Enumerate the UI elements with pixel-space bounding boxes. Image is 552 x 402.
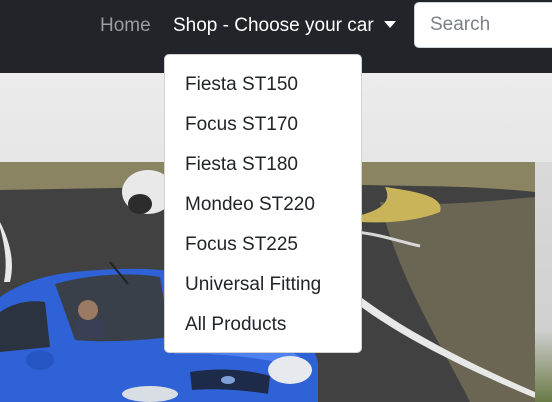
dropdown-item-focus-st170[interactable]: Focus ST170 xyxy=(165,105,361,145)
photo-edge-strip xyxy=(535,162,552,402)
nav-home-link[interactable]: Home xyxy=(100,14,151,38)
dropdown-item-fiesta-st180[interactable]: Fiesta ST180 xyxy=(165,145,361,185)
nav-shop-label: Shop - Choose your car xyxy=(173,15,374,36)
search-input[interactable] xyxy=(414,2,552,48)
caret-down-icon xyxy=(383,21,396,28)
page: Home Shop - Choose your car Fiesta ST150… xyxy=(0,0,552,402)
shop-dropdown-menu: Fiesta ST150 Focus ST170 Fiesta ST180 Mo… xyxy=(164,54,362,353)
nav-shop-dropdown-toggle[interactable]: Shop - Choose your car xyxy=(173,14,396,38)
dropdown-item-focus-st225[interactable]: Focus ST225 xyxy=(165,225,361,265)
dropdown-item-mondeo-st220[interactable]: Mondeo ST220 xyxy=(165,185,361,225)
dropdown-item-universal-fitting[interactable]: Universal Fitting xyxy=(165,265,361,305)
dropdown-item-all-products[interactable]: All Products xyxy=(165,305,361,345)
dropdown-item-fiesta-st150[interactable]: Fiesta ST150 xyxy=(165,65,361,105)
